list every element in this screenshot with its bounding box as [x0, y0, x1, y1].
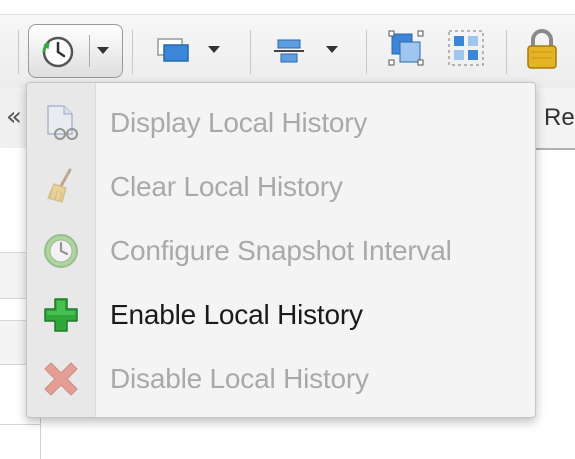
- menu-item-enable-local-history[interactable]: Enable Local History: [27, 283, 535, 347]
- tab-underline: [535, 148, 575, 150]
- document-glasses-icon: [41, 103, 81, 143]
- toolbar-separator: [366, 30, 367, 74]
- local-history-menu: Display Local History Clear Local Histor…: [26, 82, 536, 418]
- chevron-down-icon[interactable]: [326, 46, 338, 53]
- toolbar: [0, 0, 575, 89]
- menu-item-label: Clear Local History: [110, 171, 343, 202]
- row-divider: [0, 424, 40, 425]
- history-clock-icon: [41, 35, 75, 74]
- lock-button[interactable]: [522, 28, 562, 74]
- clock-icon: [41, 231, 81, 271]
- select-shapes-icon: [386, 28, 426, 73]
- chevron-down-icon[interactable]: [97, 47, 109, 54]
- lock-icon: [525, 28, 559, 75]
- toolbar-separator: [132, 30, 133, 74]
- menu-item-label: Disable Local History: [110, 363, 369, 394]
- menu-item-label: Configure Snapshot Interval: [110, 235, 452, 266]
- red-x-icon: [41, 359, 81, 399]
- toolbar-separator: [250, 30, 251, 74]
- toolbar-separator: [18, 30, 19, 74]
- window-stack-icon: [156, 36, 192, 71]
- chevron-down-icon[interactable]: [208, 46, 220, 53]
- menu-item-label: Display Local History: [110, 107, 368, 138]
- app-window: « Re Display Local History Clear Local H…: [0, 0, 575, 459]
- broom-icon: [41, 167, 81, 207]
- toolbar-top-border: [0, 0, 575, 15]
- tab-right[interactable]: Re: [535, 88, 575, 149]
- group-button[interactable]: [444, 28, 488, 72]
- align-button[interactable]: [268, 30, 348, 70]
- align-center-icon: [272, 34, 306, 73]
- menu-item-configure-snapshot-interval[interactable]: Configure Snapshot Interval: [27, 219, 535, 283]
- group-shapes-icon: [446, 28, 486, 73]
- arrange-button[interactable]: [152, 30, 232, 70]
- green-plus-icon: [41, 295, 81, 335]
- toolbar-separator: [506, 30, 507, 74]
- menu-item-label: Enable Local History: [110, 299, 363, 330]
- menu-item-disable-local-history[interactable]: Disable Local History: [27, 347, 535, 411]
- select-button[interactable]: [384, 28, 428, 72]
- menu-item-display-local-history[interactable]: Display Local History: [27, 91, 535, 155]
- tab-label: Re: [544, 104, 575, 131]
- split-divider: [89, 35, 90, 67]
- local-history-button[interactable]: [28, 24, 123, 78]
- menu-item-clear-local-history[interactable]: Clear Local History: [27, 155, 535, 219]
- collapse-panel-icon[interactable]: «: [6, 102, 22, 132]
